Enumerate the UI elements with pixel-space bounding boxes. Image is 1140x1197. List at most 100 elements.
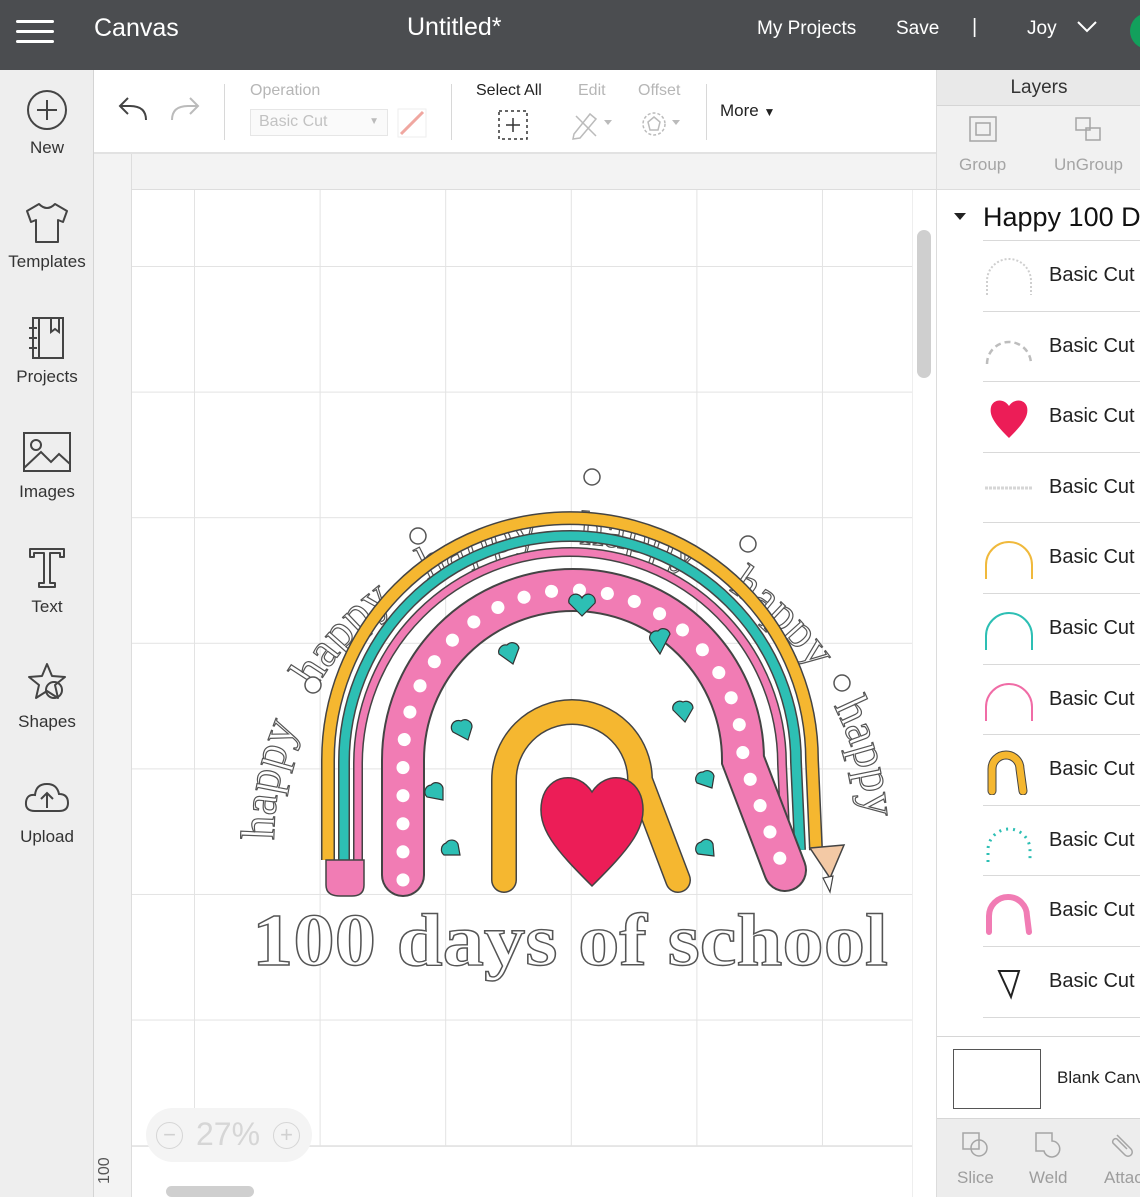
notebook-icon	[29, 317, 64, 359]
select-all-label: Select All	[476, 82, 542, 99]
arc-outline-icon	[985, 541, 1033, 580]
layer-group-name: Happy 100 D	[983, 202, 1140, 232]
sidebar-label: Upload	[20, 827, 74, 846]
caret-down-icon[interactable]	[954, 213, 966, 220]
layer-row[interactable]: Basic Cut	[983, 240, 1140, 311]
text-t-icon	[29, 548, 65, 588]
blank-canvas-swatch[interactable]	[953, 1049, 1041, 1109]
operation-label: Operation	[250, 82, 321, 99]
nav-separator: |	[972, 16, 978, 38]
layer-label: Basic Cut	[1049, 264, 1135, 286]
toolbar-divider	[224, 84, 225, 140]
redo-icon[interactable]	[168, 94, 202, 124]
layer-row[interactable]: Basic Cut	[983, 310, 1140, 382]
save-button[interactable]: Save	[896, 18, 939, 40]
layer-label: Basic Cut	[1049, 475, 1135, 498]
my-projects-link[interactable]: My Projects	[757, 18, 856, 40]
ungroup-label: UnGroup	[1054, 155, 1123, 174]
layer-label: Basic Cut	[1049, 687, 1135, 710]
slice-button[interactable]: Slice	[957, 1129, 994, 1188]
layer-label: Basic Cut	[1049, 828, 1135, 851]
sidebar-item-new[interactable]: New	[0, 88, 94, 188]
layer-label: Basic Cut	[1049, 970, 1135, 992]
user-menu[interactable]: Joy	[1027, 18, 1057, 40]
pencil-tip	[808, 844, 846, 880]
zoom-level: 27%	[196, 1116, 261, 1152]
layers-bottom-tools: Slice Weld Attac	[937, 1118, 1140, 1197]
layer-row[interactable]: Basic Cut	[983, 875, 1140, 946]
operation-select[interactable]: Basic Cut ▼	[250, 109, 388, 136]
edit-tools-icon[interactable]	[570, 108, 616, 140]
layer-row[interactable]: Basic Cut	[983, 451, 1140, 523]
menu-hamburger-icon[interactable]	[16, 17, 56, 45]
sidebar-item-templates[interactable]: Templates	[0, 200, 94, 300]
group-label: Group	[959, 155, 1007, 174]
sidebar-item-upload[interactable]: Upload	[0, 775, 94, 875]
layer-label: Basic Cut	[1049, 899, 1135, 922]
document-title[interactable]: Untitled*	[407, 13, 502, 42]
cloud-upload-icon	[24, 782, 70, 812]
layer-row[interactable]: Basic Cut	[983, 734, 1140, 805]
blank-canvas-label: Blank Canv	[1057, 1068, 1140, 1087]
edit-label: Edit	[578, 82, 606, 99]
ungroup-button[interactable]: UnGroup	[1054, 114, 1123, 175]
arch-thick-icon	[987, 750, 1028, 796]
text-line-icon	[985, 486, 1033, 490]
undo-icon[interactable]	[116, 94, 150, 124]
offset-icon[interactable]	[640, 108, 686, 140]
layer-row[interactable]: Basic Cut	[983, 946, 1140, 1017]
slice-icon	[962, 1132, 989, 1157]
layer-row[interactable]: Basic Cut	[983, 663, 1140, 735]
more-button[interactable]: More ▼	[720, 101, 775, 121]
image-icon	[23, 432, 71, 472]
sidebar-label: New	[29, 138, 64, 157]
sidebar-label: Shapes	[18, 712, 76, 731]
caret-down-icon: ▼	[763, 105, 776, 119]
layer-row[interactable]: Basic Cut	[983, 804, 1140, 876]
arc-word: happy	[823, 687, 900, 819]
linetype-color-swatch-icon[interactable]	[397, 108, 427, 138]
zoom-in-button[interactable]: +	[273, 1122, 300, 1149]
select-all-icon[interactable]	[497, 109, 529, 141]
arc-word: happy	[240, 710, 308, 841]
arc-happy-text: happy	[824, 688, 900, 819]
layer-row[interactable]: Basic Cut	[983, 593, 1140, 664]
avatar[interactable]	[1130, 13, 1140, 49]
pencil-eraser	[325, 859, 365, 897]
layer-group-row[interactable]: Happy 100 D	[937, 194, 1140, 242]
sidebar-label: Text	[31, 597, 63, 616]
arc-outline-icon	[985, 612, 1033, 650]
ruler-horizontal	[94, 154, 936, 190]
layer-row[interactable]: Basic Cut	[983, 381, 1140, 452]
horizontal-scroll-thumb[interactable]	[166, 1186, 254, 1197]
more-label: More	[720, 101, 759, 120]
toolbar-divider	[706, 84, 707, 140]
sidebar-item-text[interactable]: Text	[0, 545, 94, 645]
edit-toolbar: Operation Basic Cut ▼ Select All Edit Of…	[94, 70, 936, 154]
layer-row[interactable]: Basic Cut	[983, 522, 1140, 593]
dashed-arc-icon	[985, 340, 1033, 364]
vertical-scroll-thumb[interactable]	[917, 230, 931, 378]
sidebar-item-projects[interactable]: Projects	[0, 315, 94, 415]
weld-icon	[1035, 1132, 1061, 1158]
ungroup-icon	[1075, 117, 1102, 141]
layer-label: Basic Cut	[1049, 405, 1135, 428]
rainbow-design[interactable]: happy happy happy happy happy happy	[240, 440, 900, 1000]
sidebar-item-shapes[interactable]: Shapes	[0, 660, 94, 760]
triangle-outline-icon	[997, 970, 1021, 1000]
dotted-arc-icon	[986, 827, 1032, 862]
arch-thick-icon	[986, 894, 1032, 936]
sidebar-item-images[interactable]: Images	[0, 430, 94, 530]
app-title: Canvas	[94, 14, 179, 42]
paperclip-icon	[1112, 1134, 1134, 1157]
weld-button[interactable]: Weld	[1029, 1129, 1067, 1188]
toolbar-divider	[451, 84, 452, 140]
offset-label: Offset	[638, 82, 681, 99]
chevron-down-icon[interactable]	[1076, 20, 1098, 34]
zoom-out-button[interactable]: −	[156, 1122, 183, 1149]
ruler-vertical	[94, 154, 132, 1197]
zoom-control: − 27% +	[146, 1108, 312, 1162]
group-button[interactable]: Group	[959, 114, 1006, 175]
top-bar: Canvas Untitled* My Projects Save | Joy	[0, 0, 1140, 70]
attach-button[interactable]: Attac	[1104, 1129, 1140, 1188]
